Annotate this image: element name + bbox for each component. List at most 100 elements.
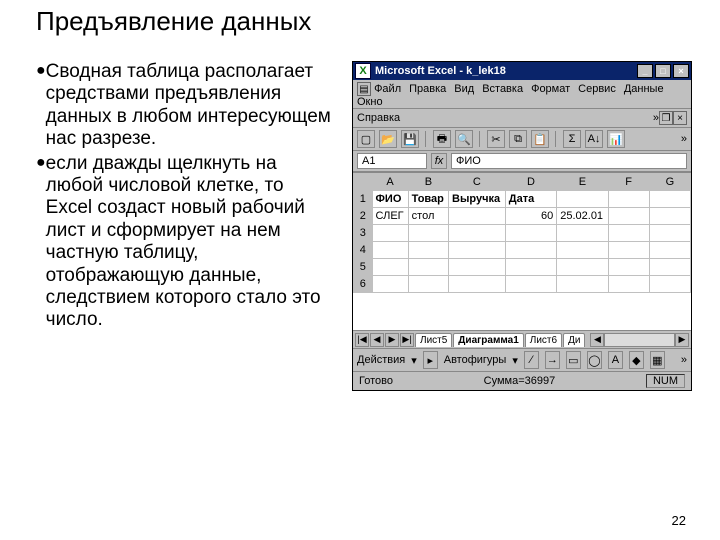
cell[interactable]	[649, 259, 690, 276]
select-all-corner[interactable]	[354, 174, 373, 191]
cell[interactable]	[608, 191, 649, 208]
row-header[interactable]: 4	[354, 242, 373, 259]
oval-icon[interactable]: ◯	[587, 351, 602, 369]
row-header[interactable]: 6	[354, 276, 373, 293]
textbox-icon[interactable]: A	[608, 351, 623, 369]
cell[interactable]	[372, 276, 408, 293]
doc-icon[interactable]: ▤	[357, 82, 371, 96]
cell[interactable]	[649, 191, 690, 208]
menu-view[interactable]: Вид	[454, 83, 474, 95]
cell[interactable]	[557, 259, 608, 276]
cell[interactable]	[608, 225, 649, 242]
sum-icon[interactable]: Σ	[563, 130, 581, 148]
row-header[interactable]: 5	[354, 259, 373, 276]
menu-format[interactable]: Формат	[531, 83, 570, 95]
formula-input[interactable]: ФИО	[451, 153, 687, 169]
sheet-tab[interactable]: Лист6	[525, 333, 562, 347]
cell[interactable]	[649, 225, 690, 242]
cell[interactable]	[649, 242, 690, 259]
cell[interactable]: 25.02.01	[557, 208, 608, 225]
arrow-icon[interactable]: →	[545, 351, 560, 369]
col-header[interactable]: G	[649, 174, 690, 191]
cell[interactable]	[649, 276, 690, 293]
cell[interactable]	[408, 276, 448, 293]
menu-window[interactable]: Окно	[357, 96, 383, 108]
name-box[interactable]: A1	[357, 153, 427, 169]
cell[interactable]: 60	[505, 208, 557, 225]
row-header[interactable]: 3	[354, 225, 373, 242]
rect-icon[interactable]: ▭	[566, 351, 581, 369]
fill-icon[interactable]: ◆	[629, 351, 644, 369]
shadow-icon[interactable]: ▦	[650, 351, 665, 369]
cell[interactable]	[557, 225, 608, 242]
cell[interactable]	[449, 208, 506, 225]
close-button[interactable]: ×	[673, 64, 689, 78]
cell[interactable]	[372, 242, 408, 259]
doc-restore-button[interactable]: ❐	[659, 111, 673, 125]
fx-button[interactable]: fx	[431, 153, 447, 169]
cell[interactable]: СЛЕГ	[372, 208, 408, 225]
doc-close-button[interactable]: ×	[673, 111, 687, 125]
cell[interactable]	[557, 242, 608, 259]
cell[interactable]	[408, 242, 448, 259]
tab-nav-last-icon[interactable]: ▶|	[400, 333, 414, 347]
cell[interactable]	[449, 242, 506, 259]
chart-icon[interactable]: 📊	[607, 130, 625, 148]
open-icon[interactable]: 📂	[379, 130, 397, 148]
draw-overflow-icon[interactable]: »	[681, 354, 687, 366]
cell[interactable]	[449, 276, 506, 293]
cell[interactable]	[372, 259, 408, 276]
col-header[interactable]: D	[505, 174, 557, 191]
cell[interactable]: стол	[408, 208, 448, 225]
actions-menu[interactable]: Действия	[357, 354, 405, 366]
col-header[interactable]: B	[408, 174, 448, 191]
cell[interactable]	[608, 259, 649, 276]
cell[interactable]: Выручка	[449, 191, 506, 208]
menu-edit[interactable]: Правка	[409, 83, 446, 95]
tab-nav-prev-icon[interactable]: ◀	[370, 333, 384, 347]
cell[interactable]	[505, 276, 557, 293]
preview-icon[interactable]: 🔍	[455, 130, 473, 148]
cell[interactable]	[408, 259, 448, 276]
copy-icon[interactable]: ⧉	[509, 130, 527, 148]
tab-nav-first-icon[interactable]: |◀	[355, 333, 369, 347]
row-header[interactable]: 1	[354, 191, 373, 208]
cell[interactable]	[372, 225, 408, 242]
pointer-icon[interactable]: ▸	[423, 351, 438, 369]
save-icon[interactable]: 💾	[401, 130, 419, 148]
scroll-right-icon[interactable]: ▶	[675, 333, 689, 347]
col-header[interactable]: F	[608, 174, 649, 191]
cell[interactable]	[449, 225, 506, 242]
sheet-grid[interactable]: A B C D E F G 1 ФИО Товар Выручка Дата	[353, 172, 691, 330]
cell[interactable]	[557, 276, 608, 293]
cell[interactable]	[608, 208, 649, 225]
cell[interactable]	[449, 259, 506, 276]
scroll-left-icon[interactable]: ◀	[590, 333, 604, 347]
cell[interactable]	[505, 242, 557, 259]
cell[interactable]	[505, 259, 557, 276]
cell[interactable]	[649, 208, 690, 225]
cell[interactable]	[505, 225, 557, 242]
print-icon[interactable]: 🖶	[433, 130, 451, 148]
col-header[interactable]: C	[449, 174, 506, 191]
paste-icon[interactable]: 📋	[531, 130, 549, 148]
menu-file[interactable]: Файл	[374, 83, 401, 95]
cell[interactable]	[608, 242, 649, 259]
menu-tools[interactable]: Сервис	[578, 83, 616, 95]
cell[interactable]	[608, 276, 649, 293]
maximize-button[interactable]: □	[655, 64, 671, 78]
toolbar-overflow-icon[interactable]: »	[681, 133, 687, 145]
sort-icon[interactable]: A↓	[585, 130, 603, 148]
sheet-tab[interactable]: Лист5	[415, 333, 452, 347]
col-header[interactable]: E	[557, 174, 608, 191]
cell[interactable]: Дата	[505, 191, 557, 208]
h-scrollbar[interactable]: ◀ ▶	[590, 333, 689, 347]
col-header[interactable]: A	[372, 174, 408, 191]
new-icon[interactable]: ▢	[357, 130, 375, 148]
sheet-tab[interactable]: Ди	[563, 333, 585, 347]
cell[interactable]	[408, 225, 448, 242]
row-header[interactable]: 2	[354, 208, 373, 225]
menu-insert[interactable]: Вставка	[482, 83, 523, 95]
cut-icon[interactable]: ✂	[487, 130, 505, 148]
cell[interactable]: Товар	[408, 191, 448, 208]
